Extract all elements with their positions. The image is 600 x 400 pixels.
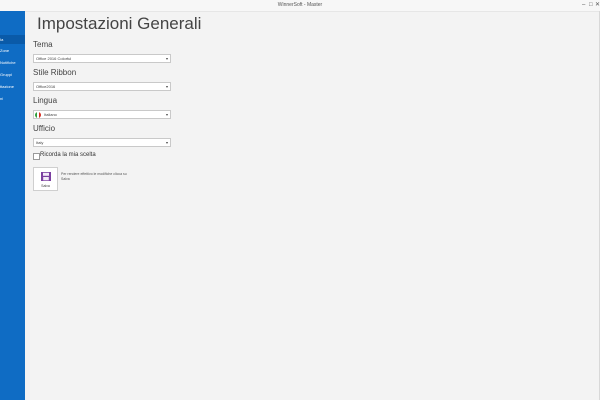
sidebar-item-ni[interactable]: ni	[0, 94, 25, 103]
stile-ribbon-select[interactable]: Office2016 ▾	[33, 82, 171, 91]
page-title: Impostazioni Generali	[37, 14, 202, 33]
title-bar: WinnerSoft - Master – □ ✕	[0, 0, 600, 12]
tema-select[interactable]: Office 2016 Colorful ▾	[33, 54, 171, 63]
ufficio-label: Ufficio	[33, 124, 56, 133]
tema-value: Office 2016 Colorful	[36, 56, 72, 61]
lingua-label: Lingua	[33, 96, 58, 105]
save-icon	[41, 172, 51, 181]
sidebar-item-1[interactable]: Ia	[0, 35, 25, 44]
save-label: Salva	[41, 184, 50, 188]
chevron-down-icon: ▾	[165, 112, 168, 117]
ufficio-value: Italy	[36, 140, 44, 145]
italy-flag-icon	[35, 112, 41, 118]
sidebar-item-notifiche[interactable]: Notifiche	[0, 58, 25, 67]
remember-label: Ricorda la mia scelta	[40, 152, 96, 158]
lingua-value: Italiano	[44, 112, 57, 117]
window-title: WinnerSoft - Master	[277, 2, 323, 8]
close-button[interactable]: ✕	[595, 1, 600, 9]
minimize-button[interactable]: –	[582, 1, 585, 9]
lingua-select[interactable]: Italiano ▾	[33, 110, 171, 119]
save-info-text: Per rendere effettivo le modifiche clicc…	[61, 172, 127, 181]
chevron-down-icon: ▾	[165, 140, 168, 145]
chevron-down-icon: ▾	[165, 84, 168, 89]
save-button[interactable]: Salva	[33, 167, 58, 191]
remember-checkbox[interactable]	[33, 153, 40, 160]
sidebar-item-gruppi[interactable]: Gruppi	[0, 70, 25, 79]
stile-ribbon-label: Stile Ribbon	[33, 68, 77, 77]
stile-ribbon-value: Office2016	[36, 84, 56, 89]
sidebar: Ia Zone Notifiche Gruppi ttazione ni	[0, 11, 25, 400]
sidebar-item-zone[interactable]: Zone	[0, 46, 25, 55]
chevron-down-icon: ▾	[165, 56, 168, 61]
sidebar-item-ttazione[interactable]: ttazione	[0, 82, 25, 91]
ufficio-select[interactable]: Italy ▾	[33, 138, 171, 147]
tema-label: Tema	[33, 40, 53, 49]
maximize-button[interactable]: □	[589, 1, 593, 9]
